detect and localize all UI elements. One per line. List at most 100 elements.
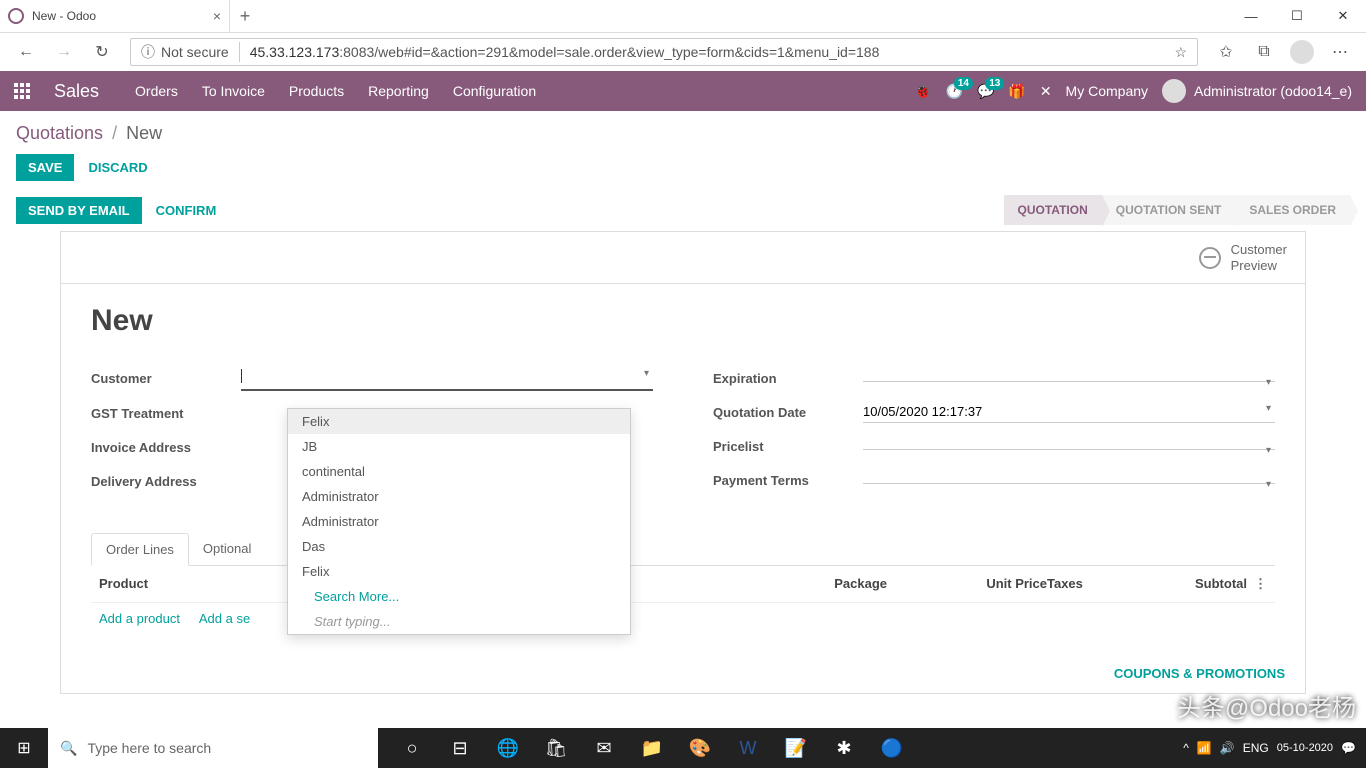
status-sales-order[interactable]: SALES ORDER bbox=[1235, 195, 1350, 225]
profile-icon[interactable] bbox=[1286, 37, 1318, 67]
quotation-date-field[interactable]: 10/05/2020 12:17:37▾ bbox=[863, 401, 1275, 423]
info-icon: ⓘ bbox=[141, 42, 155, 62]
store-icon[interactable]: 🛍 bbox=[532, 728, 580, 768]
windows-taskbar: ⊞ 🔍 Type here to search ○ ⊟ 🌐 🛍 ✉ 📁 🎨 W … bbox=[0, 728, 1366, 768]
menu-configuration[interactable]: Configuration bbox=[453, 83, 536, 99]
gift-icon[interactable]: 🎁 bbox=[1008, 83, 1025, 100]
favorites-icon[interactable]: ✩ bbox=[1210, 37, 1242, 67]
tab-order-lines[interactable]: Order Lines bbox=[91, 533, 189, 566]
address-bar[interactable]: ⓘ Not secure 45.33.123.173:8083/web#id=&… bbox=[130, 38, 1198, 66]
apps-icon[interactable] bbox=[14, 83, 30, 99]
close-tab-icon[interactable]: × bbox=[213, 8, 221, 24]
table-header: Product Package Unit Price Taxes Subtota… bbox=[91, 566, 1275, 603]
more-icon[interactable]: ⋯ bbox=[1324, 37, 1356, 67]
breadcrumb-current: New bbox=[126, 123, 162, 143]
star-icon[interactable]: ☆ bbox=[1174, 44, 1187, 61]
dropdown-item[interactable]: Administrator bbox=[288, 509, 630, 534]
notifications-icon[interactable]: 💬 bbox=[1341, 741, 1356, 755]
tray-clock[interactable]: 05-10-2020 bbox=[1277, 742, 1333, 754]
menu-reporting[interactable]: Reporting bbox=[368, 83, 429, 99]
send-email-button[interactable]: SEND BY EMAIL bbox=[16, 197, 142, 224]
add-section-link[interactable]: Add a se bbox=[199, 611, 250, 626]
tray-up-icon[interactable]: ^ bbox=[1183, 741, 1189, 755]
pricelist-field[interactable]: ▾ bbox=[863, 443, 1275, 450]
taskbar-search[interactable]: 🔍 Type here to search bbox=[48, 728, 378, 768]
paint-icon[interactable]: 🎨 bbox=[676, 728, 724, 768]
browser-tab[interactable]: New - Odoo × bbox=[0, 0, 230, 32]
chevron-down-icon[interactable]: ▾ bbox=[644, 368, 649, 379]
breadcrumb-sep: / bbox=[112, 123, 117, 143]
label-quotation-date: Quotation Date bbox=[713, 405, 863, 420]
dropdown-item[interactable]: Felix bbox=[288, 409, 630, 434]
globe-icon bbox=[1199, 247, 1221, 269]
close-window-button[interactable]: ✕ bbox=[1320, 0, 1366, 32]
status-pills: QUOTATION QUOTATION SENT SALES ORDER bbox=[1004, 195, 1350, 225]
task-view-icon[interactable]: ⊟ bbox=[436, 728, 484, 768]
collections-icon[interactable]: ⧉ bbox=[1248, 37, 1280, 67]
lang-indicator[interactable]: ENG bbox=[1243, 741, 1269, 755]
window-controls: — ☐ ✕ bbox=[1228, 0, 1366, 32]
dropdown-item[interactable]: Felix bbox=[288, 559, 630, 584]
add-product-link[interactable]: Add a product bbox=[99, 611, 180, 626]
back-button[interactable]: ← bbox=[10, 37, 42, 67]
menu-products[interactable]: Products bbox=[289, 83, 344, 99]
search-more-link[interactable]: Search More... bbox=[288, 584, 630, 609]
dropdown-item[interactable]: JB bbox=[288, 434, 630, 459]
app-name[interactable]: Sales bbox=[54, 81, 99, 102]
tab-optional[interactable]: Optional bbox=[189, 533, 265, 565]
watermark: 头条@Odoo老杨 bbox=[1177, 688, 1356, 723]
company-name[interactable]: My Company bbox=[1066, 83, 1148, 99]
customer-field[interactable]: ▾ bbox=[241, 366, 653, 391]
bug-icon[interactable]: 🐞 bbox=[914, 83, 931, 100]
th-subtotal: Subtotal bbox=[1127, 576, 1247, 592]
status-quotation-sent[interactable]: QUOTATION SENT bbox=[1102, 195, 1236, 225]
breadcrumb-root[interactable]: Quotations bbox=[16, 123, 103, 143]
status-quotation[interactable]: QUOTATION bbox=[1004, 195, 1102, 225]
save-button[interactable]: SAVE bbox=[16, 154, 74, 181]
page-title: New bbox=[91, 304, 1275, 338]
security-info[interactable]: ⓘ Not secure bbox=[141, 42, 240, 62]
menu-orders[interactable]: Orders bbox=[135, 83, 178, 99]
user-menu[interactable]: Administrator (odoo14_e) bbox=[1162, 79, 1352, 103]
chevron-down-icon[interactable]: ▾ bbox=[1266, 479, 1271, 490]
forward-button[interactable]: → bbox=[48, 37, 80, 67]
word-icon[interactable]: W bbox=[724, 728, 772, 768]
cortana-icon[interactable]: ○ bbox=[388, 728, 436, 768]
minimize-button[interactable]: — bbox=[1228, 0, 1274, 32]
chevron-down-icon[interactable]: ▾ bbox=[1266, 403, 1271, 414]
maximize-button[interactable]: ☐ bbox=[1274, 0, 1320, 32]
start-button[interactable]: ⊞ bbox=[0, 728, 48, 768]
not-secure-label: Not secure bbox=[161, 44, 229, 60]
activities-icon[interactable]: 🕐14 bbox=[946, 83, 963, 100]
dropdown-item[interactable]: Das bbox=[288, 534, 630, 559]
dropdown-item[interactable]: continental bbox=[288, 459, 630, 484]
th-unit-price: Unit Price bbox=[927, 576, 1047, 592]
messages-icon[interactable]: 💬13 bbox=[977, 83, 994, 100]
table-menu-icon[interactable]: ⋮ bbox=[1247, 576, 1267, 592]
tools-icon[interactable]: ✕ bbox=[1040, 83, 1052, 100]
slack-icon[interactable]: ✱ bbox=[820, 728, 868, 768]
refresh-button[interactable]: ↻ bbox=[86, 37, 118, 67]
chrome-icon[interactable]: 🔵 bbox=[868, 728, 916, 768]
chevron-down-icon[interactable]: ▾ bbox=[1266, 445, 1271, 456]
payment-terms-field[interactable]: ▾ bbox=[863, 477, 1275, 484]
mail-icon[interactable]: ✉ bbox=[580, 728, 628, 768]
th-taxes: Taxes bbox=[1047, 576, 1127, 592]
confirm-button[interactable]: CONFIRM bbox=[156, 203, 217, 218]
chevron-down-icon[interactable]: ▾ bbox=[1266, 377, 1271, 388]
discard-button[interactable]: DISCARD bbox=[88, 160, 147, 175]
notes-icon[interactable]: 📝 bbox=[772, 728, 820, 768]
odoo-navbar: Sales Orders To Invoice Products Reporti… bbox=[0, 71, 1366, 111]
volume-icon[interactable]: 🔊 bbox=[1220, 741, 1235, 755]
dropdown-item[interactable]: Administrator bbox=[288, 484, 630, 509]
expiration-field[interactable]: ▾ bbox=[863, 375, 1275, 382]
menu-to-invoice[interactable]: To Invoice bbox=[202, 83, 265, 99]
explorer-icon[interactable]: 📁 bbox=[628, 728, 676, 768]
edge-icon[interactable]: 🌐 bbox=[484, 728, 532, 768]
system-tray: ^ 📶 🔊 ENG 05-10-2020 💬 bbox=[1183, 741, 1366, 755]
coupons-link[interactable]: COUPONS & PROMOTIONS bbox=[1114, 666, 1285, 681]
new-tab-button[interactable]: + bbox=[230, 0, 260, 32]
wifi-icon[interactable]: 📶 bbox=[1197, 741, 1212, 755]
customer-preview-button[interactable]: CustomerPreview bbox=[1199, 242, 1287, 273]
breadcrumb: Quotations / New bbox=[16, 123, 1350, 144]
